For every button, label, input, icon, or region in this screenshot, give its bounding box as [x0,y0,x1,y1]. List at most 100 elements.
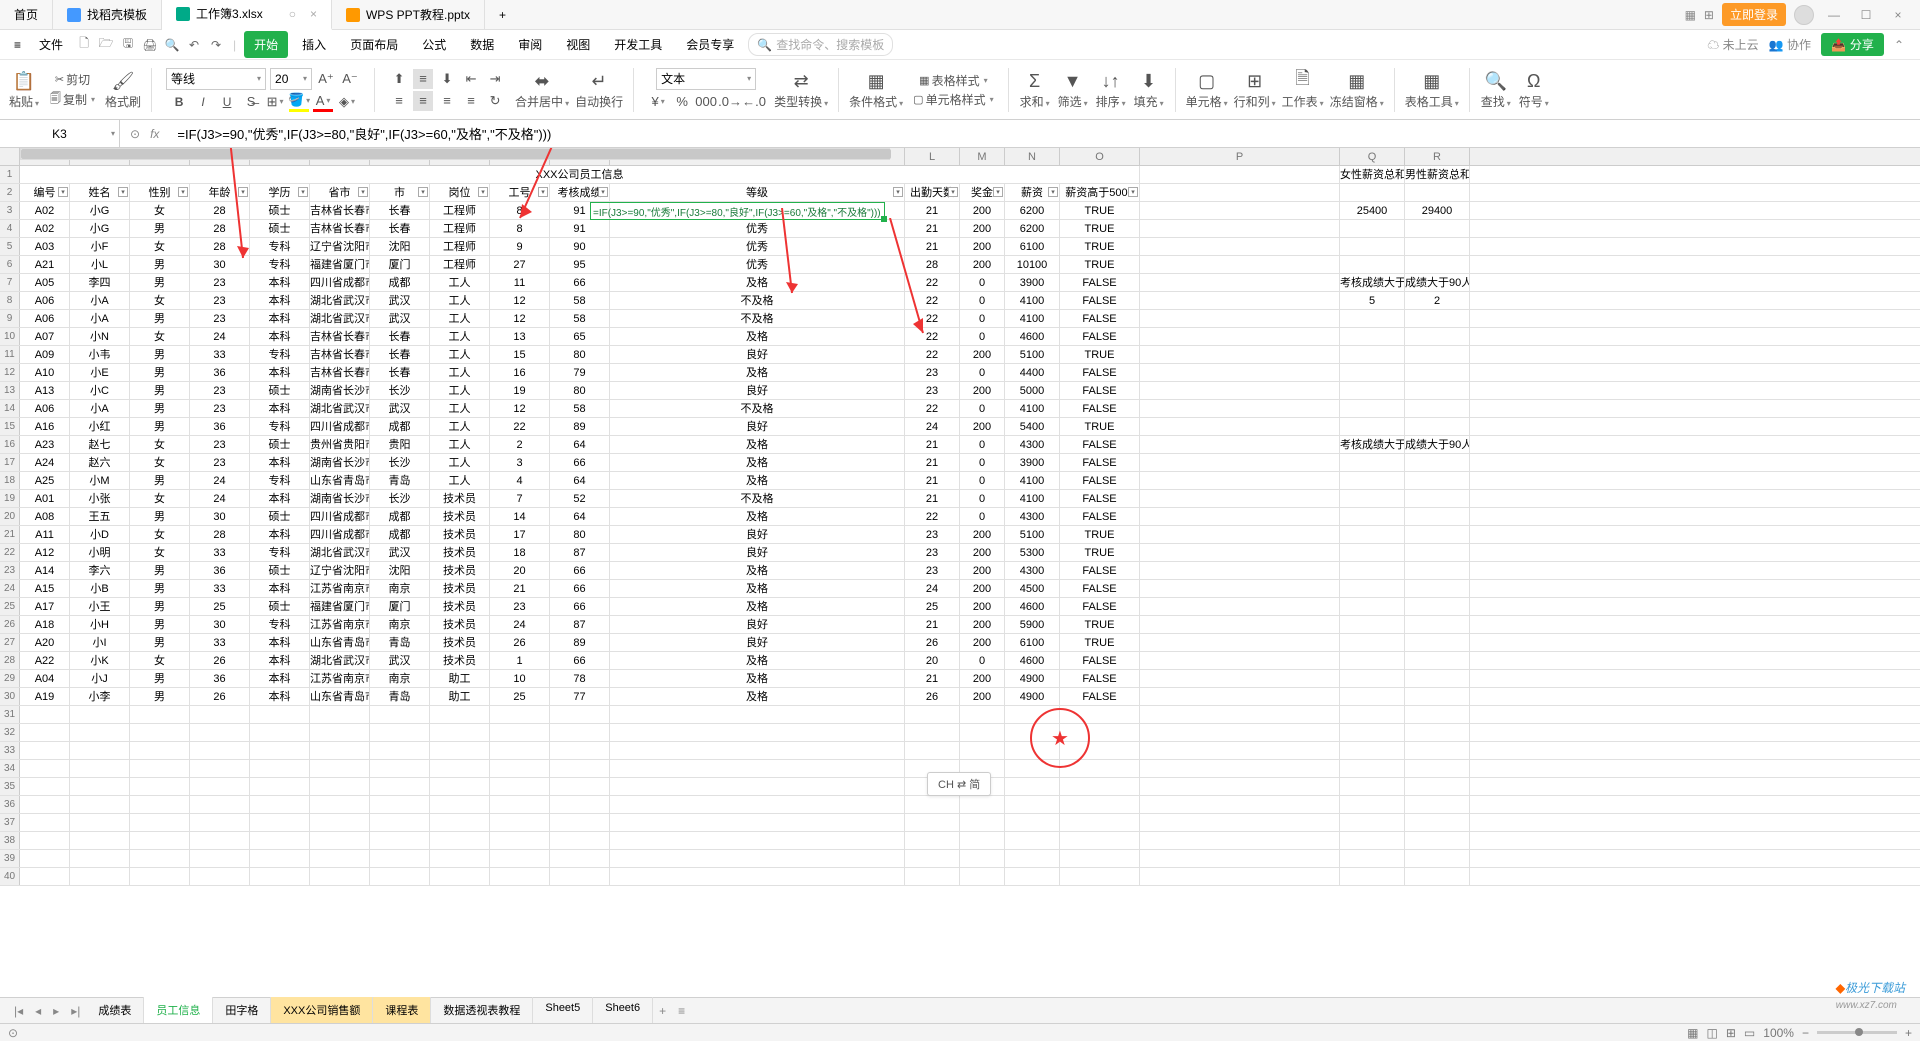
data-cell[interactable]: 25 [190,598,250,615]
data-cell[interactable] [1405,562,1470,579]
data-cell[interactable]: 4600 [1005,328,1060,345]
data-cell[interactable] [70,850,130,867]
align-middle-icon[interactable]: ≡ [413,69,433,89]
sheet-tab[interactable]: 数据透视表教程 [431,997,533,1025]
data-cell[interactable] [905,796,960,813]
data-cell[interactable]: 20 [905,652,960,669]
data-cell[interactable]: 成绩大于90人 [1405,274,1470,291]
data-cell[interactable] [610,796,905,813]
data-cell[interactable] [20,760,70,777]
data-cell[interactable]: 工人 [430,292,490,309]
data-cell[interactable] [20,724,70,741]
data-cell[interactable]: 男 [130,256,190,273]
data-cell[interactable]: 200 [960,562,1005,579]
data-cell[interactable] [1140,274,1340,291]
data-cell[interactable]: 良好 [610,346,905,363]
data-cell[interactable]: 21 [905,202,960,219]
cells-button[interactable]: ▢单元格▾ [1186,69,1228,110]
data-cell[interactable] [1140,688,1340,705]
data-cell[interactable]: 本科 [250,292,310,309]
data-cell[interactable] [1340,256,1405,273]
data-cell[interactable]: TRUE [1060,220,1140,237]
header-cell[interactable]: 省市▾ [310,184,370,201]
data-cell[interactable]: 女 [130,238,190,255]
row-header[interactable]: 16 [0,436,20,453]
data-cell[interactable]: 17 [490,526,550,543]
data-cell[interactable]: 不及格 [610,310,905,327]
data-cell[interactable]: FALSE [1060,328,1140,345]
data-cell[interactable] [1140,760,1340,777]
data-cell[interactable]: FALSE [1060,382,1140,399]
data-cell[interactable]: 本科 [250,454,310,471]
sheet-nav-prev[interactable]: ◂ [29,1004,47,1018]
data-cell[interactable] [1005,778,1060,795]
sheet-nav-next[interactable]: ▸ [47,1004,65,1018]
data-cell[interactable]: 4100 [1005,490,1060,507]
data-cell[interactable] [430,760,490,777]
data-cell[interactable]: 男 [130,364,190,381]
data-cell[interactable] [1140,346,1340,363]
data-cell[interactable]: 36 [190,562,250,579]
data-cell[interactable] [310,706,370,723]
data-cell[interactable] [1140,562,1340,579]
data-cell[interactable]: 江苏省南京市 [310,670,370,687]
data-cell[interactable]: 本科 [250,688,310,705]
data-cell[interactable]: 硕士 [250,436,310,453]
row-header[interactable]: 10 [0,328,20,345]
data-cell[interactable] [1140,796,1340,813]
data-cell[interactable]: A25 [20,472,70,489]
data-cell[interactable] [130,850,190,867]
data-cell[interactable] [1405,382,1470,399]
data-cell[interactable] [1140,454,1340,471]
data-cell[interactable] [1340,652,1405,669]
data-cell[interactable]: 不及格 [610,400,905,417]
data-cell[interactable]: 小G [70,202,130,219]
data-cell[interactable]: 200 [960,238,1005,255]
data-cell[interactable]: 200 [960,202,1005,219]
data-cell[interactable]: 助工 [430,670,490,687]
data-cell[interactable] [1340,328,1405,345]
data-cell[interactable]: 小李 [70,688,130,705]
data-cell[interactable]: 技术员 [430,562,490,579]
data-cell[interactable] [490,814,550,831]
data-cell[interactable]: 技术员 [430,616,490,633]
data-cell[interactable]: 80 [550,346,610,363]
data-cell[interactable] [1140,724,1340,741]
data-cell[interactable]: 本科 [250,364,310,381]
data-cell[interactable]: 23 [905,364,960,381]
data-cell[interactable] [1140,652,1340,669]
row-header[interactable]: 8 [0,292,20,309]
data-cell[interactable] [610,814,905,831]
data-cell[interactable]: 专科 [250,256,310,273]
data-cell[interactable] [490,796,550,813]
data-cell[interactable]: 5400 [1005,418,1060,435]
data-cell[interactable] [250,814,310,831]
fill-color-icon[interactable]: 🪣▾ [289,92,309,112]
data-cell[interactable]: 5100 [1005,526,1060,543]
data-cell[interactable]: 0 [960,472,1005,489]
data-cell[interactable]: 87 [550,616,610,633]
header-cell[interactable]: 岗位▾ [430,184,490,201]
data-cell[interactable] [960,850,1005,867]
login-button[interactable]: 立即登录 [1722,3,1786,26]
data-cell[interactable] [130,796,190,813]
data-cell[interactable]: 22 [905,310,960,327]
data-cell[interactable]: A03 [20,238,70,255]
col-header[interactable]: Q [1340,148,1405,165]
data-cell[interactable]: 青岛 [370,472,430,489]
data-cell[interactable] [130,742,190,759]
data-cell[interactable]: 58 [550,310,610,327]
data-cell[interactable] [490,760,550,777]
data-cell[interactable] [550,724,610,741]
row-header[interactable]: 13 [0,382,20,399]
select-all-corner[interactable] [0,148,20,165]
data-cell[interactable]: 66 [550,598,610,615]
data-cell[interactable]: 及格 [610,688,905,705]
row-header[interactable]: 18 [0,472,20,489]
data-cell[interactable]: TRUE [1060,418,1140,435]
font-size-select[interactable]: 20▾ [270,68,312,90]
data-cell[interactable] [610,868,905,885]
data-cell[interactable]: 长春 [370,328,430,345]
data-cell[interactable]: 4600 [1005,598,1060,615]
data-cell[interactable] [130,868,190,885]
